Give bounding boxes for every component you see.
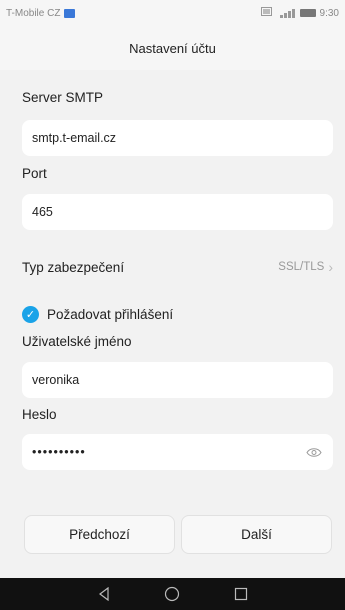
next-button[interactable]: Další — [181, 515, 332, 554]
chevron-right-icon: › — [328, 259, 333, 275]
smtp-server-field[interactable]: smtp.t-email.cz — [22, 120, 333, 156]
carrier-logo-icon — [64, 8, 76, 18]
eye-icon[interactable] — [305, 446, 323, 458]
previous-button-label: Předchozí — [69, 527, 130, 542]
username-value: veronika — [32, 373, 80, 387]
next-button-label: Další — [241, 527, 272, 542]
password-field[interactable]: •••••••••• — [22, 434, 333, 470]
signal-icon — [276, 8, 296, 18]
password-value: •••••••••• — [32, 445, 86, 459]
page-title: Nastavení účtu — [129, 40, 216, 56]
smtp-server-label: Server SMTP — [22, 90, 104, 105]
username-label: Uživatelské jméno — [22, 334, 132, 349]
security-type-selector: SSL/TLS › — [278, 259, 333, 275]
status-bar: T-Mobile CZ 9:30 — [0, 0, 345, 26]
port-value: 465 — [32, 205, 53, 219]
carrier-group: T-Mobile CZ — [6, 7, 76, 19]
home-icon[interactable] — [163, 585, 181, 603]
port-label: Port — [22, 166, 47, 181]
previous-button[interactable]: Předchozí — [24, 515, 175, 554]
notification-icon — [260, 7, 272, 19]
carrier-name: T-Mobile CZ — [6, 7, 61, 19]
system-navigation-bar — [0, 578, 345, 610]
smtp-server-value: smtp.t-email.cz — [32, 131, 117, 145]
security-type-value: SSL/TLS — [278, 261, 325, 273]
status-icons: 9:30 — [260, 7, 339, 19]
require-login-label: Požadovat přihlášení — [47, 306, 174, 322]
port-field[interactable]: 465 — [22, 194, 333, 230]
password-label: Heslo — [22, 407, 57, 422]
security-type-row[interactable]: Typ zabezpečení SSL/TLS › — [22, 255, 333, 279]
page-header: Nastavení účtu — [0, 26, 345, 70]
battery-icon — [299, 9, 316, 17]
back-icon[interactable] — [95, 585, 113, 603]
security-type-label: Typ zabezpečení — [22, 259, 125, 275]
recents-icon[interactable] — [232, 585, 250, 603]
status-time: 9:30 — [319, 7, 339, 19]
checkbox-checked-icon[interactable]: ✓ — [22, 305, 39, 323]
require-login-checkbox-row[interactable]: ✓ Požadovat přihlášení — [22, 303, 173, 325]
username-field[interactable]: veronika — [22, 362, 333, 398]
